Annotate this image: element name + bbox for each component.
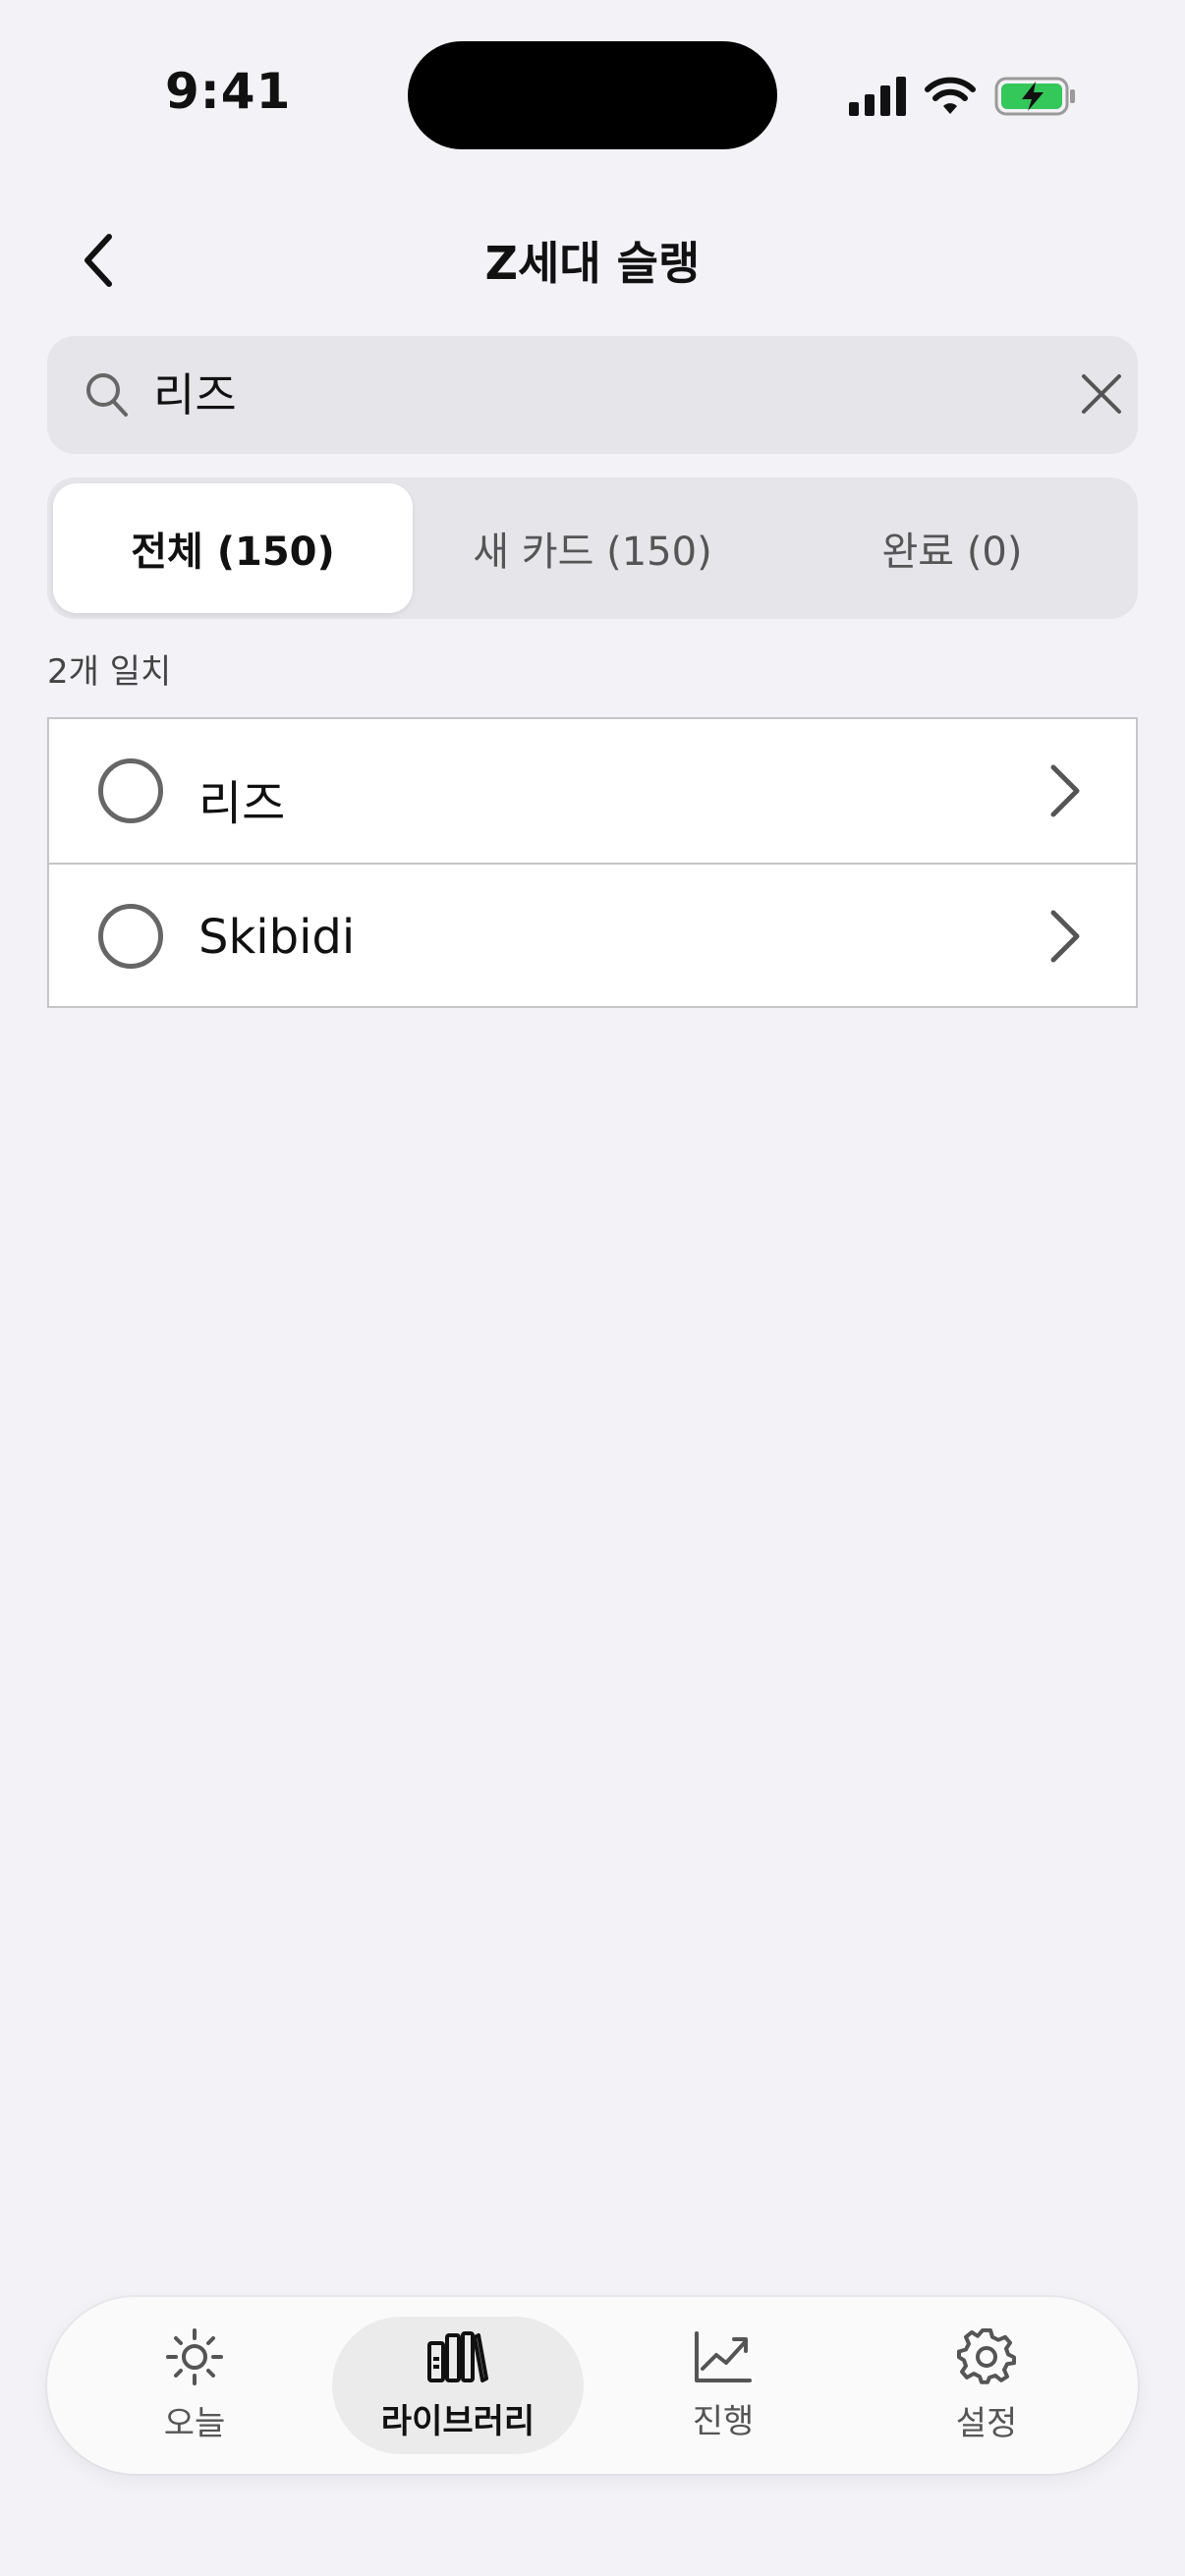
segment-completed[interactable]: 완료 (0) bbox=[772, 483, 1132, 613]
wifi-icon bbox=[925, 77, 976, 114]
tab-progress[interactable]: 진행 bbox=[597, 2317, 849, 2454]
unchecked-circle-icon[interactable] bbox=[98, 904, 163, 969]
tab-label: 설정 bbox=[955, 2403, 1018, 2443]
list-item[interactable]: Skibidi bbox=[49, 863, 1136, 1006]
screen: 9:41 Z세대 슬랭 리즈 전체 (150) 새 카드 (150) 완료 (0… bbox=[0, 0, 1185, 2576]
tab-label: 진행 bbox=[692, 2401, 755, 2441]
clear-search-icon[interactable] bbox=[1079, 371, 1124, 417]
results-list: 리즈 Skibidi bbox=[47, 717, 1138, 1008]
list-item-label: Skibidi bbox=[198, 910, 356, 965]
tab-settings[interactable]: 설정 bbox=[861, 2317, 1112, 2454]
list-item[interactable]: 리즈 bbox=[49, 719, 1136, 863]
chevron-right-icon bbox=[1050, 910, 1080, 963]
tab-label: 오늘 bbox=[163, 2403, 226, 2443]
chevron-right-icon bbox=[1050, 764, 1080, 817]
battery-charging-icon bbox=[994, 77, 1075, 116]
cellular-signal-icon bbox=[849, 77, 906, 116]
books-icon bbox=[427, 2330, 488, 2382]
search-bar bbox=[47, 336, 1138, 454]
list-item-label: 리즈 bbox=[198, 776, 286, 831]
segment-new-cards[interactable]: 새 카드 (150) bbox=[413, 483, 772, 613]
status-time: 9:41 bbox=[165, 63, 292, 120]
unchecked-circle-icon[interactable] bbox=[98, 758, 163, 823]
gear-icon bbox=[957, 2327, 1016, 2384]
tab-library[interactable]: 라이브러리 bbox=[332, 2317, 584, 2454]
search-input[interactable] bbox=[153, 364, 1018, 426]
dynamic-island bbox=[408, 41, 777, 149]
page-title: Z세대 슬랭 bbox=[484, 237, 701, 290]
tab-bar: 오늘 라이브러리 진행 설정 bbox=[47, 2297, 1138, 2474]
status-icons bbox=[849, 73, 1077, 120]
chart-trend-icon bbox=[695, 2330, 752, 2382]
tab-label: 라이브러리 bbox=[380, 2401, 536, 2441]
sun-icon bbox=[166, 2327, 223, 2385]
tab-today[interactable]: 오늘 bbox=[69, 2317, 320, 2454]
segment-all[interactable]: 전체 (150) bbox=[53, 483, 413, 613]
filter-segmented-control: 전체 (150) 새 카드 (150) 완료 (0) bbox=[47, 477, 1138, 619]
search-icon bbox=[86, 373, 128, 417]
match-count: 2개 일치 bbox=[47, 652, 172, 692]
